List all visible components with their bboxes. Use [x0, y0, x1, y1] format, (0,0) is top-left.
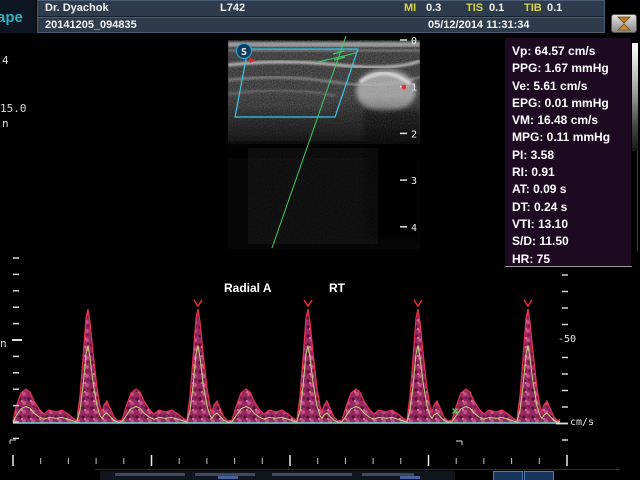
velocity-scale-label: -50 [558, 334, 576, 345]
footer-button-left[interactable] [493, 471, 523, 480]
peak-caliper-icon [524, 300, 532, 306]
peak-caliper-icon [194, 300, 202, 306]
ultrasound-screen: ape Dr. Dyachok L742 MI 0.3 TIS 0.1 TIB … [0, 0, 640, 480]
peak-caliper-icon [414, 300, 422, 306]
time-ruler [13, 455, 567, 466]
spectrum-waveform [13, 309, 560, 423]
side-label: RT [329, 281, 345, 295]
peak-caliper-icon [304, 300, 312, 306]
footer-button-right[interactable] [524, 471, 554, 480]
footer-divider [95, 469, 620, 470]
spectral-doppler-display[interactable] [0, 0, 640, 480]
footer-menu-strip[interactable] [100, 471, 455, 480]
left-axis-fragment: n [0, 338, 7, 349]
vessel-label: Radial A [224, 281, 272, 295]
velocity-unit-label: cm/s [570, 417, 594, 428]
sweep-marks [10, 440, 462, 445]
